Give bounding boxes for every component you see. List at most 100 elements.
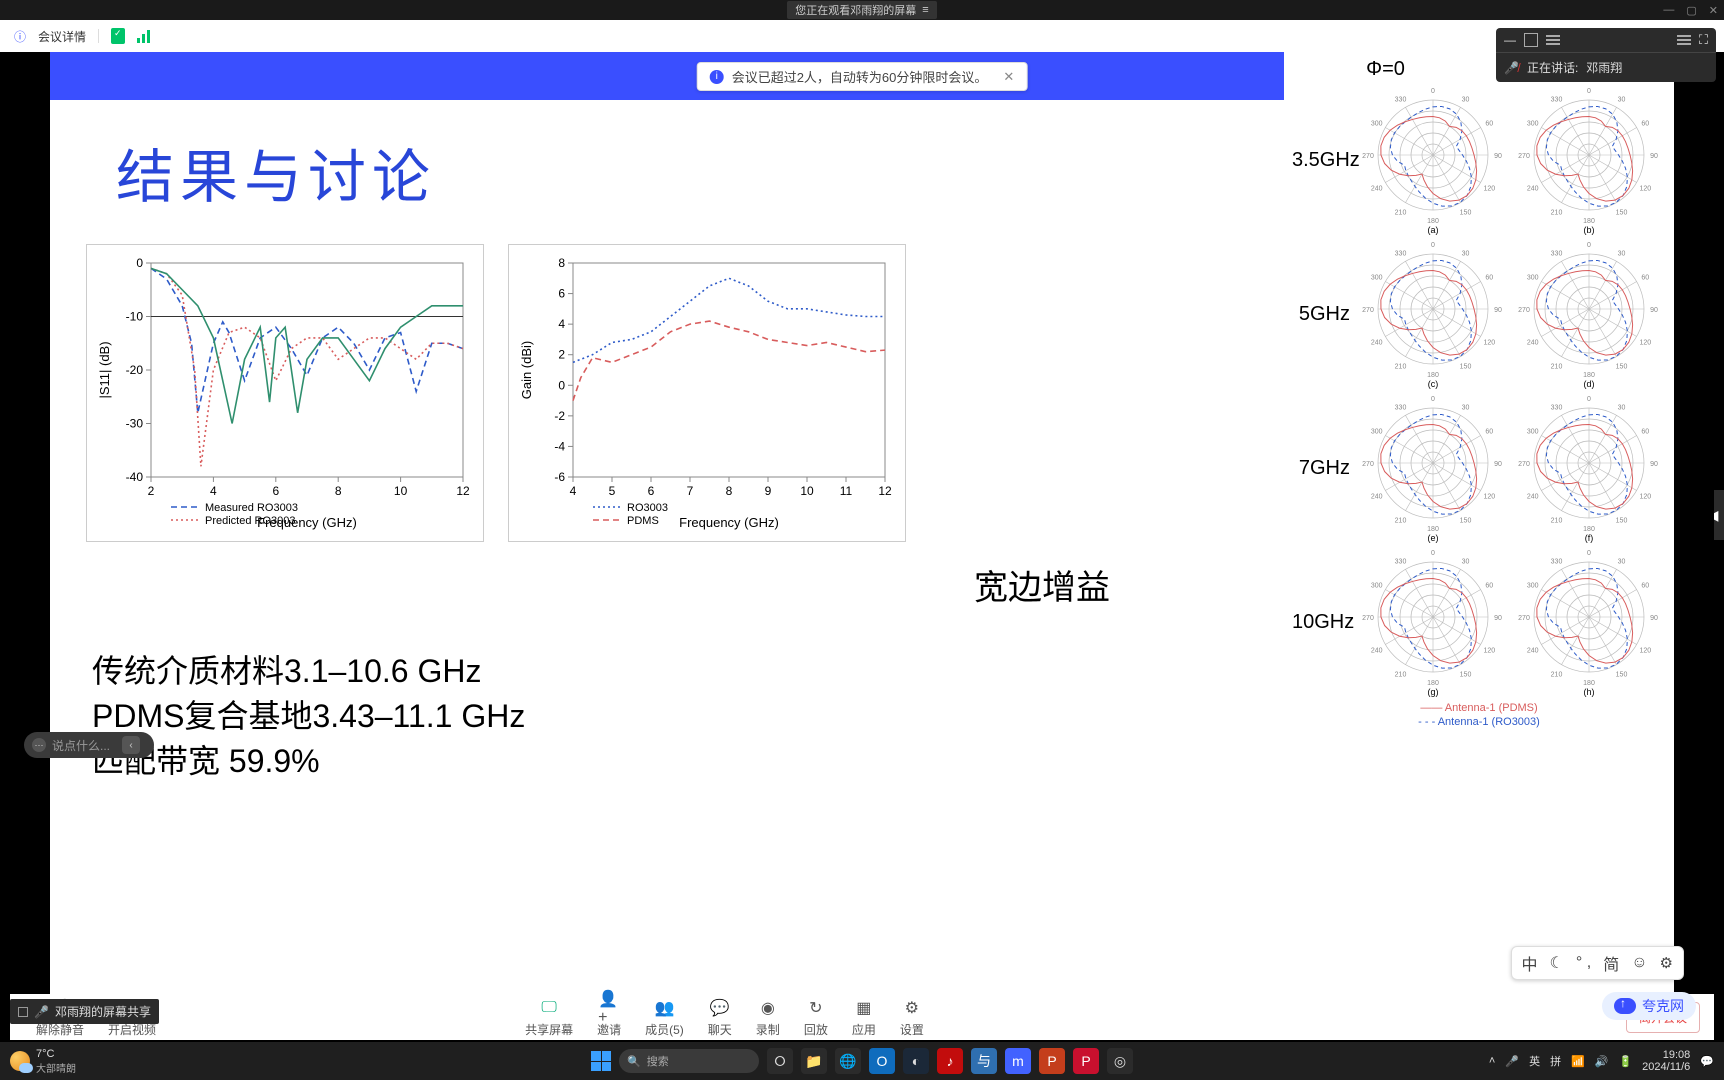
list-icon[interactable] [1546, 35, 1560, 45]
speech-input[interactable]: ⋯ 说点什么... ‹ [24, 732, 154, 758]
app-obs[interactable]: ◎ [1107, 1048, 1133, 1074]
tray-mic-icon[interactable]: 🎤 [1505, 1055, 1519, 1068]
polar-plots-column: Φ=0 Φ=90 3.5GHz0306090120150180210240270… [1284, 52, 1674, 736]
app-edge[interactable]: 🌐 [835, 1048, 861, 1074]
freq-label: 3.5GHz [1292, 149, 1352, 172]
taskbar-clock[interactable]: 19:08 2024/11/6 [1642, 1049, 1690, 1073]
apps-button[interactable]: ▦ 应用 [852, 997, 876, 1038]
s11-chart: 246810120-10-20-30-40Frequency (GHz)|S11… [86, 244, 484, 542]
chat-button[interactable]: 💬 聊天 [708, 997, 732, 1038]
window-close[interactable]: ✕ [1709, 4, 1718, 17]
tray-battery-icon[interactable]: 🔋 [1618, 1055, 1632, 1068]
ime-emoji-icon[interactable]: ☺ [1631, 954, 1647, 972]
fullscreen-icon[interactable]: ⛶ [1699, 32, 1708, 48]
clock-time: 19:08 [1663, 1049, 1691, 1061]
svg-text:270: 270 [1362, 307, 1374, 314]
svg-text:(f): (f) [1585, 533, 1594, 543]
weather-widget[interactable]: 7°C 大部晴朗 [10, 1048, 76, 1075]
app-explorer[interactable]: 📁 [801, 1048, 827, 1074]
svg-text:270: 270 [1362, 615, 1374, 622]
ime-settings-icon[interactable]: ⚙ [1660, 954, 1673, 972]
meeting-details-link[interactable]: 会议详情 [38, 28, 86, 45]
svg-text:30: 30 [1462, 559, 1470, 566]
svg-text:150: 150 [1460, 363, 1472, 370]
window-maximize[interactable]: ▢ [1686, 4, 1696, 17]
start-button[interactable] [591, 1051, 611, 1071]
svg-text:30: 30 [1618, 405, 1626, 412]
ime-punct[interactable]: ° , [1576, 954, 1591, 972]
svg-text:240: 240 [1527, 186, 1539, 193]
tray-volume-icon[interactable]: 🔊 [1595, 1055, 1609, 1068]
info-icon: ⓘ [14, 28, 26, 45]
minimize-icon[interactable]: — [1504, 33, 1516, 47]
app-powerpoint[interactable]: P [1039, 1048, 1065, 1074]
search-placeholder: 搜索 [647, 1053, 669, 1069]
invite-button[interactable]: 👤+ 邀请 [597, 997, 621, 1038]
svg-text:-2: -2 [554, 409, 565, 423]
gear-icon: ⚙ [901, 997, 923, 1019]
tray-lang2[interactable]: 拼 [1550, 1053, 1561, 1069]
taskbar-search[interactable]: 🔍 搜索 [619, 1049, 759, 1073]
collapse-icon[interactable]: ‹ [122, 736, 140, 754]
presentation-slide: i 会议已超过2人，自动转为60分钟限时会议。 ✕ 结果与讨论 24681012… [50, 52, 1674, 1002]
replay-button[interactable]: ↻ 回放 [804, 997, 828, 1038]
app-outlook[interactable]: O [869, 1048, 895, 1074]
record-icon: ◉ [757, 997, 779, 1019]
svg-text:330: 330 [1551, 97, 1563, 104]
app-miro[interactable]: m [1005, 1048, 1031, 1074]
ime-mode-icon[interactable]: ☾ [1550, 953, 1564, 973]
ime-lang[interactable]: 中 [1522, 951, 1538, 975]
svg-text:270: 270 [1518, 307, 1530, 314]
tray-lang1[interactable]: 英 [1529, 1053, 1540, 1069]
svg-text:210: 210 [1551, 363, 1563, 370]
notice-text: 会议已超过2人，自动转为60分钟限时会议。 [732, 67, 988, 86]
bullet-3: 匹配带宽 59.9% [92, 739, 1638, 784]
app-steam[interactable]: ◐ [903, 1048, 929, 1074]
menu-glyph[interactable]: ≡ [922, 4, 928, 16]
cloud-upload-pill[interactable]: 夸克网 [1602, 992, 1696, 1020]
svg-text:270: 270 [1362, 153, 1374, 160]
window-minimize[interactable]: — [1663, 4, 1674, 17]
svg-text:270: 270 [1518, 615, 1530, 622]
svg-text:10: 10 [394, 484, 408, 498]
svg-text:90: 90 [1650, 615, 1658, 622]
polar-row: 5GHz0306090120150180210240270300330(c)03… [1292, 239, 1666, 389]
ime-simplified[interactable]: 简 [1603, 951, 1619, 975]
svg-text:180: 180 [1583, 526, 1595, 533]
svg-text:240: 240 [1371, 648, 1383, 655]
tray-notifications-icon[interactable]: 💬 [1700, 1055, 1714, 1068]
apps-icon: ▦ [853, 997, 875, 1019]
svg-text:300: 300 [1371, 121, 1383, 128]
svg-text:0: 0 [558, 378, 565, 392]
close-icon[interactable]: ✕ [1003, 69, 1014, 85]
app-pdf[interactable]: P [1073, 1048, 1099, 1074]
share-screen-button[interactable]: 🖵 共享屏幕 [525, 997, 573, 1038]
svg-text:210: 210 [1551, 671, 1563, 678]
ime-toolbar[interactable]: 中 ☾ ° , 简 ☺ ⚙ [1511, 946, 1684, 980]
svg-text:60: 60 [1485, 583, 1493, 590]
members-button[interactable]: 👥 成员(5) [645, 997, 684, 1038]
speaker-panel[interactable]: — ⛶ 🎤̸ 正在讲话: 邓雨翔 [1496, 28, 1716, 82]
shield-icon[interactable] [111, 28, 125, 44]
app-netease[interactable]: ♪ [937, 1048, 963, 1074]
tray-chevron-icon[interactable]: ˄ [1489, 1055, 1495, 1067]
record-button[interactable]: ◉ 录制 [756, 997, 780, 1038]
settings-button[interactable]: ⚙ 设置 [900, 997, 924, 1038]
svg-text:120: 120 [1639, 340, 1651, 347]
menu-icon[interactable] [1677, 35, 1691, 45]
tray-wifi-icon[interactable]: 📶 [1571, 1055, 1585, 1068]
window-buttons: — ▢ ✕ [1663, 4, 1718, 17]
svg-text:270: 270 [1518, 153, 1530, 160]
app-code[interactable]: 与 [971, 1048, 997, 1074]
windows-taskbar: 7°C 大部晴朗 🔍 搜索 ⭘ 📁 🌐 O ◐ ♪ 与 m P P ◎ ˄ 🎤 … [0, 1042, 1724, 1080]
system-tray: ˄ 🎤 英 拼 📶 🔊 🔋 19:08 2024/11/6 💬 [1489, 1049, 1714, 1073]
phi0-header: Φ=0 [1306, 58, 1466, 81]
app-copilot[interactable]: ⭘ [767, 1048, 793, 1074]
svg-text:120: 120 [1639, 494, 1651, 501]
restore-icon[interactable] [1524, 33, 1538, 47]
svg-text:8: 8 [335, 484, 342, 498]
svg-text:300: 300 [1371, 583, 1383, 590]
svg-text:-4: -4 [554, 439, 565, 453]
svg-text:(d): (d) [1584, 379, 1595, 389]
gain-chart: 456789101112-6-4-202468Frequency (GHz)Ga… [508, 244, 906, 542]
